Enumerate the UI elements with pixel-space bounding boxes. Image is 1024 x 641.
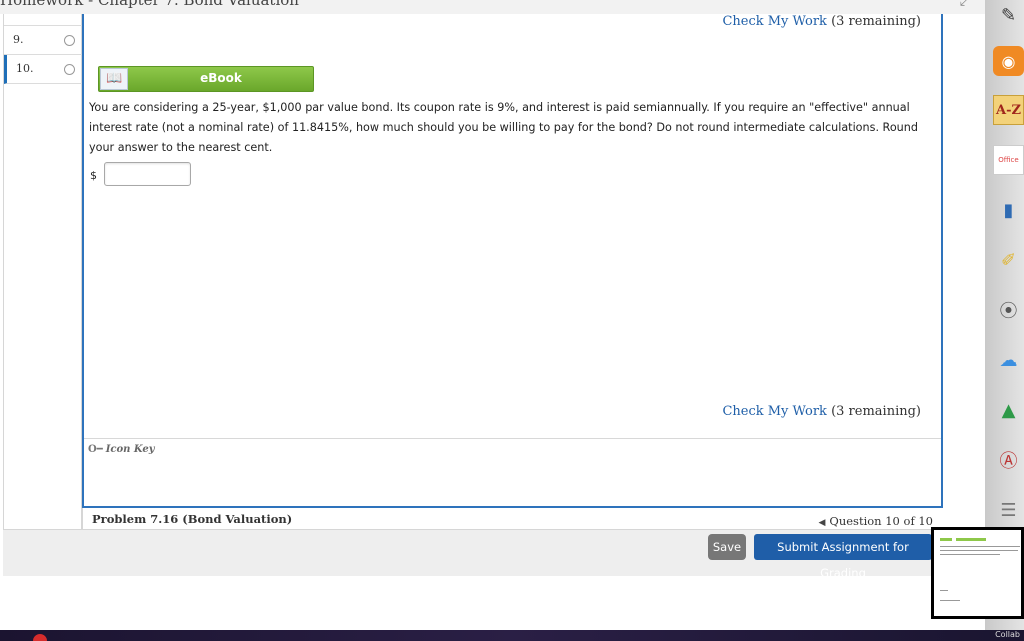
previous-caret-icon[interactable]: ◀ — [818, 518, 825, 528]
ebook-label: eBook — [200, 71, 242, 85]
answer-input[interactable] — [104, 162, 191, 186]
key-icon: O━ — [88, 444, 103, 455]
window-thumbnail[interactable] — [931, 527, 1024, 619]
check-my-work-top: Check My Work (3 remaining) — [722, 14, 921, 29]
taskbar-label: Collab — [995, 630, 1020, 639]
check-remaining-count: (3 remaining) — [831, 404, 921, 419]
thumbnail-line — [940, 600, 960, 601]
question-list-item-partial[interactable] — [4, 14, 82, 26]
notebook-icon[interactable]: ▮ — [993, 195, 1024, 225]
check-my-work-link[interactable]: Check My Work — [722, 404, 827, 419]
icon-key[interactable]: O━ Icon Key — [88, 444, 155, 455]
action-bar: Save Submit Assignment for Grading — [3, 530, 955, 580]
window-title-bar: Homework - Chapter 7. Bond Valuation ⤢ — [0, 0, 985, 14]
problem-title: Problem 7.16 (Bond Valuation) — [92, 512, 293, 526]
save-button[interactable]: Save — [708, 534, 746, 560]
check-remaining-count: (3 remaining) — [831, 14, 921, 29]
window-title: Homework - Chapter 7. Bond Valuation — [0, 0, 299, 9]
office-app[interactable]: Office — [993, 145, 1024, 175]
cloud-icon[interactable]: ☁ — [993, 345, 1024, 375]
app-launcher-icon[interactable] — [33, 634, 47, 641]
notes-icon[interactable]: ✐ — [993, 245, 1024, 275]
divider — [82, 508, 83, 530]
question-panel: Check My Work (3 remaining) 📖 eBook You … — [82, 14, 943, 508]
question-number: 10. — [16, 62, 34, 75]
thumbnail-line — [940, 550, 1018, 551]
thumbnail-line — [940, 546, 1020, 547]
dictionary-app[interactable]: A-Z — [993, 95, 1024, 125]
thumbnail-ebook-bar — [940, 538, 952, 541]
book-icon: 📖 — [100, 68, 128, 90]
thumbnail-ebook-bar — [956, 538, 986, 541]
ebook-button[interactable]: 📖 eBook — [98, 66, 314, 92]
question-text: You are considering a 25-year, $1,000 pa… — [89, 101, 918, 154]
status-circle-icon — [64, 64, 75, 75]
submit-assignment-button[interactable]: Submit Assignment for Grading — [754, 534, 932, 580]
question-counter-label: Question 10 of 10 — [829, 514, 933, 528]
rss-icon[interactable]: ◉ — [993, 46, 1024, 76]
taskbar: Collab — [0, 630, 1024, 641]
az-label: A-Z — [996, 102, 1021, 118]
expand-icon[interactable]: ⤢ — [960, 0, 971, 9]
pencil-icon[interactable]: ✎ — [993, 0, 1024, 30]
thumbnail-line — [940, 590, 948, 591]
status-circle-icon — [64, 35, 75, 46]
question-list: 9. 10. — [3, 14, 82, 531]
audio-icon[interactable]: ⦿ — [993, 295, 1024, 325]
stack-icon[interactable]: ☰ — [993, 495, 1024, 525]
check-my-work-link[interactable]: Check My Work — [722, 14, 827, 29]
thumbnail-line — [940, 554, 1000, 555]
office-label: Office — [998, 156, 1019, 164]
grade-icon[interactable]: Ⓐ — [993, 445, 1024, 475]
drive-icon[interactable]: ▲ — [993, 395, 1024, 425]
question-number: 9. — [13, 33, 24, 46]
problem-footer: Problem 7.16 (Bond Valuation) ◀ Question … — [3, 508, 955, 530]
check-my-work-bottom: Check My Work (3 remaining) — [722, 404, 921, 419]
currency-symbol: $ — [90, 169, 97, 182]
question-list-item-10[interactable]: 10. — [4, 55, 82, 84]
question-list-item-9[interactable]: 9. — [4, 26, 82, 55]
divider — [84, 438, 941, 439]
question-counter[interactable]: ◀ Question 10 of 10 — [818, 514, 933, 528]
icon-key-label: Icon Key — [105, 444, 155, 455]
